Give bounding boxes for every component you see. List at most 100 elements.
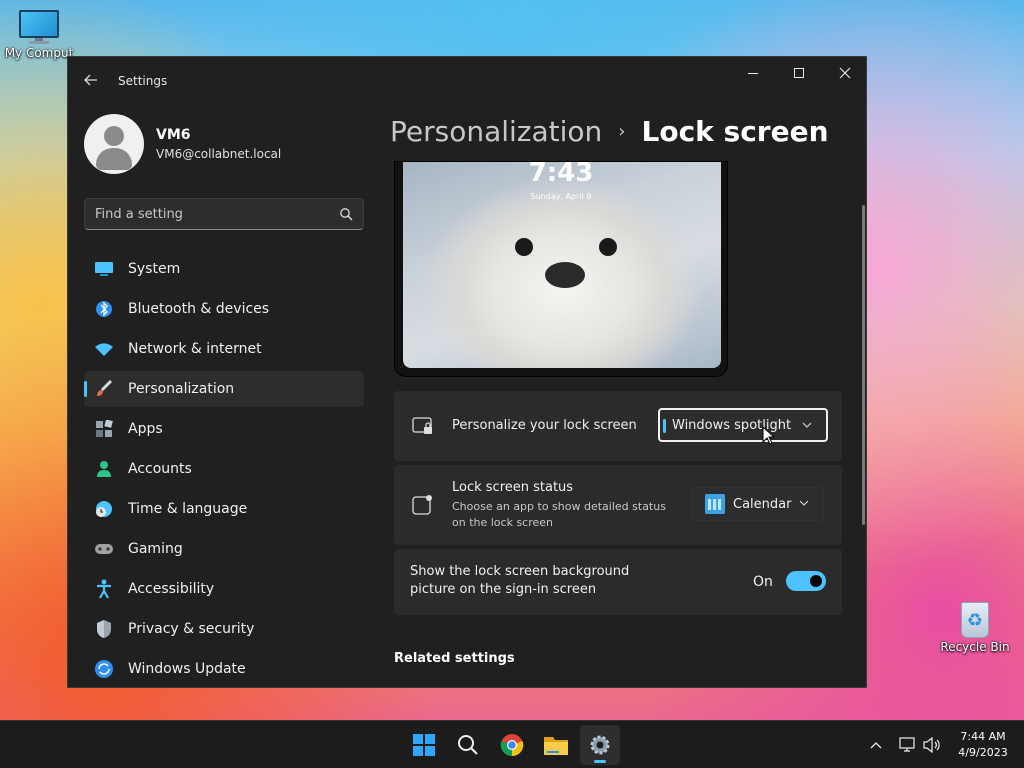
preview-date: Sunday, April 9: [530, 192, 592, 201]
user-profile[interactable]: VM6 VM6@collabnet.local: [84, 114, 281, 174]
chevron-down-icon: [802, 422, 812, 428]
apps-icon: [94, 419, 114, 439]
mouse-cursor-icon: [762, 426, 776, 445]
chrome-button[interactable]: [492, 725, 532, 765]
lock-screen-icon: [412, 417, 432, 434]
search-input[interactable]: Find a setting: [84, 198, 364, 230]
sidebar-item-accounts[interactable]: Accounts: [84, 451, 364, 487]
desktop-icon-recycle-bin[interactable]: ♻ Recycle Bin: [936, 598, 1014, 654]
signin-background-toggle[interactable]: [786, 571, 826, 591]
search-icon: [340, 208, 353, 221]
setting-description: Choose an app to show detailed status on…: [452, 500, 666, 529]
chevron-right-icon: ›: [618, 121, 626, 142]
profile-name: VM6: [156, 127, 191, 143]
network-tray-button[interactable]: [896, 721, 920, 768]
accessibility-icon: [94, 579, 114, 599]
sidebar-item-label: Gaming: [128, 541, 183, 557]
lock-screen-preview: 7:43 Sunday, April 9: [394, 161, 728, 377]
profile-email: VM6@collabnet.local: [156, 147, 282, 161]
wifi-icon: [94, 339, 114, 359]
recycle-bin-icon: ♻: [957, 598, 993, 638]
chrome-icon: [500, 734, 524, 757]
monitor-icon: [94, 259, 114, 279]
dropdown-value: Calendar: [733, 496, 792, 512]
maximize-icon: [794, 68, 804, 78]
close-icon: [839, 67, 851, 79]
personalize-dropdown[interactable]: Windows spotlight: [658, 408, 828, 442]
show-hidden-icons-button[interactable]: [864, 721, 888, 768]
sidebar-item-windows-update[interactable]: Windows Update: [84, 651, 364, 687]
sidebar-item-label: Accessibility: [128, 581, 215, 597]
toggle-knob: [810, 575, 822, 587]
related-settings-heading: Related settings: [394, 651, 515, 666]
bluetooth-icon: [94, 299, 114, 319]
sidebar-item-label: Bluetooth & devices: [128, 301, 270, 317]
maximize-button[interactable]: [776, 57, 822, 89]
taskbar-search-button[interactable]: [448, 725, 488, 765]
sidebar-item-label: Time & language: [128, 501, 248, 517]
sidebar-item-label: Network & internet: [128, 341, 262, 357]
preview-time: 7:43: [528, 161, 594, 188]
arrow-left-icon: [84, 74, 97, 86]
lock-screen-status-card: Lock screen status Choose an app to show…: [394, 465, 842, 545]
breadcrumb: Personalization › Lock screen: [390, 115, 829, 148]
sidebar-item-privacy[interactable]: Privacy & security: [84, 611, 364, 647]
minimize-button[interactable]: [730, 57, 776, 89]
related-settings-card[interactable]: [394, 687, 842, 688]
sidebar-item-label: System: [128, 261, 181, 277]
status-dropdown[interactable]: Calendar: [692, 487, 824, 521]
gamepad-icon: [94, 539, 114, 559]
sidebar-item-label: Privacy & security: [128, 621, 255, 637]
back-button[interactable]: [80, 69, 102, 91]
breadcrumb-parent[interactable]: Personalization: [390, 115, 602, 148]
settings-window: Settings VM6 VM6@collabnet.local Find a …: [67, 56, 867, 688]
paintbrush-icon: [94, 379, 114, 399]
desktop-icon-label: My Comput: [4, 46, 74, 60]
sidebar-item-label: Windows Update: [128, 661, 246, 677]
minimize-icon: [748, 72, 758, 74]
computer-icon: [17, 10, 61, 44]
chevron-down-icon: [799, 500, 809, 506]
start-icon: [413, 734, 435, 756]
sidebar-item-network[interactable]: Network & internet: [84, 331, 364, 367]
sidebar-item-label: Personalization: [128, 381, 235, 397]
setting-label: Lock screen status: [452, 480, 574, 495]
title-bar[interactable]: Settings: [68, 57, 866, 105]
avatar: [84, 114, 144, 174]
settings-icon: [590, 735, 610, 755]
sidebar-item-bluetooth[interactable]: Bluetooth & devices: [84, 291, 364, 327]
desktop-icon-my-computer[interactable]: My Comput: [0, 10, 78, 60]
search-icon: [458, 735, 478, 755]
file-explorer-button[interactable]: [536, 725, 576, 765]
close-button[interactable]: [822, 57, 866, 89]
sidebar-item-personalization[interactable]: Personalization: [84, 371, 364, 407]
sidebar-item-label: Apps: [128, 421, 163, 437]
scrollbar[interactable]: [862, 205, 865, 525]
clock-date: 4/9/2023: [958, 746, 1008, 759]
volume-tray-button[interactable]: [920, 721, 944, 768]
sidebar-item-apps[interactable]: Apps: [84, 411, 364, 447]
signin-background-card: Show the lock screen background picture …: [394, 549, 842, 615]
volume-icon: [923, 737, 940, 753]
sidebar-item-label: Accounts: [128, 461, 192, 477]
clock-time: 7:44 AM: [960, 730, 1006, 743]
sidebar-item-system[interactable]: System: [84, 251, 364, 287]
app-status-icon: [412, 495, 432, 515]
desktop-icon-label: Recycle Bin: [940, 640, 1010, 654]
sidebar-item-time-language[interactable]: Time & language: [84, 491, 364, 527]
sidebar-item-gaming[interactable]: Gaming: [84, 531, 364, 567]
sidebar-item-accessibility[interactable]: Accessibility: [84, 571, 364, 607]
app-title: Settings: [118, 74, 168, 88]
toggle-state-label: On: [753, 574, 773, 590]
page-title: Lock screen: [641, 115, 829, 148]
folder-icon: [544, 737, 568, 755]
settings-taskbar-button[interactable]: [580, 725, 620, 765]
clock-globe-icon: [94, 499, 114, 519]
setting-label: Personalize your lock screen: [452, 418, 637, 433]
start-button[interactable]: [404, 725, 444, 765]
person-icon: [94, 459, 114, 479]
sidebar-nav: System Bluetooth & devices Network & int…: [84, 251, 364, 687]
update-icon: [94, 659, 114, 679]
taskbar-clock[interactable]: 7:44 AM 4/9/2023: [950, 729, 1016, 761]
network-icon: [899, 737, 915, 752]
